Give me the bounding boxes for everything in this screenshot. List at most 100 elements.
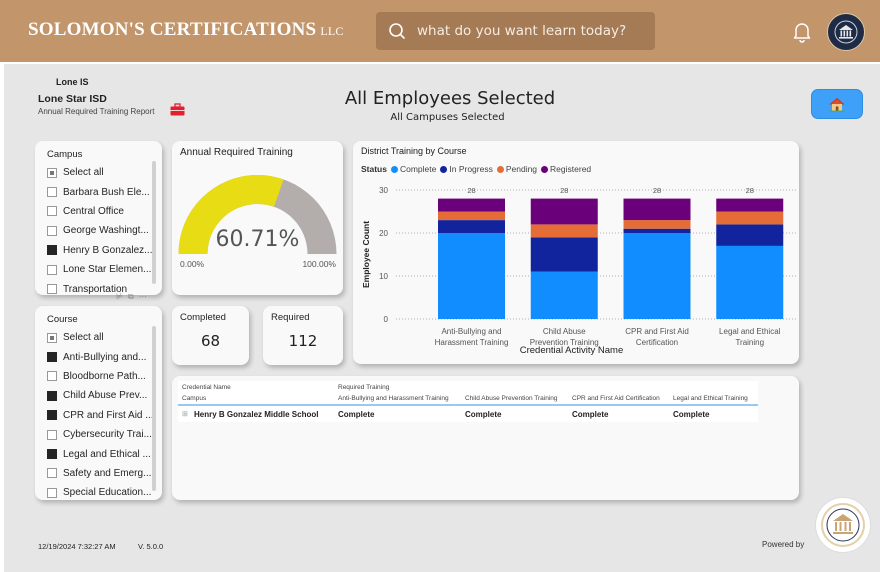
bar-segment-registered[interactable] bbox=[530, 198, 598, 225]
campus-slicer-item[interactable]: Barbara Bush Ele... bbox=[47, 182, 152, 201]
campus-slicer-item-label: George Washingt... bbox=[63, 225, 149, 237]
bar-segment-complete[interactable] bbox=[716, 245, 784, 319]
filter-icon[interactable]: ⊭ bbox=[116, 292, 123, 302]
bar-segment-complete[interactable] bbox=[530, 271, 598, 319]
course-slicer-item[interactable]: Child Abuse Prev... bbox=[47, 386, 154, 405]
x-tick-label: CPR and First Aid bbox=[625, 327, 689, 336]
campus-slicer-scrollbar[interactable] bbox=[152, 161, 156, 284]
course-slicer-item[interactable]: Special Education... bbox=[47, 483, 154, 502]
campus-slicer-item[interactable]: Lone Star Elemen... bbox=[47, 260, 152, 279]
campus-slicer-item[interactable]: Central Office bbox=[47, 202, 152, 221]
course-slicer-checkbox[interactable] bbox=[47, 390, 57, 401]
completed-card: Completed 68 bbox=[172, 306, 249, 365]
row-campus: Henry B Gonzalez Middle School bbox=[194, 410, 319, 419]
stacked-bar-chart: 0 10 20 30 28 Anti-Bullying and Harassment Tra… bbox=[361, 186, 797, 356]
org-short-name: Lone IS bbox=[56, 77, 89, 87]
briefcase-icon bbox=[170, 103, 185, 116]
campus-slicer-list: Select all Barbara Bush Ele... Central Off… bbox=[47, 163, 152, 295]
required-value: 112 bbox=[288, 332, 318, 350]
course-slicer-checkbox[interactable] bbox=[47, 352, 57, 363]
header-anti-bullying[interactable]: Anti-Bullying and Harassment Training bbox=[338, 395, 449, 402]
expand-row-icon[interactable]: ⊞ bbox=[182, 410, 188, 418]
page-title: All Employees Selected bbox=[344, 88, 556, 109]
course-slicer-checkbox[interactable] bbox=[47, 429, 57, 440]
bar-total-label: 28 bbox=[467, 186, 475, 195]
campus-slicer-checkbox[interactable] bbox=[47, 264, 57, 275]
course-slicer-checkbox[interactable] bbox=[47, 449, 57, 460]
course-slicer-checkbox[interactable] bbox=[47, 332, 57, 343]
course-slicer-item-label: CPR and First Aid ... bbox=[63, 409, 154, 421]
gauge-max-label: 100.00% bbox=[302, 259, 336, 269]
brand-logo-text[interactable]: SOLOMON'S CERTIFICATIONS LLC bbox=[28, 19, 344, 41]
header-child-abuse[interactable]: Child Abuse Prevention Training bbox=[465, 395, 558, 402]
bar-segment-pending[interactable] bbox=[438, 211, 505, 221]
course-slicer-checkbox[interactable] bbox=[47, 487, 57, 498]
home-button[interactable] bbox=[811, 89, 863, 119]
bar-segment-pending[interactable] bbox=[530, 224, 598, 238]
campus-slicer-checkbox[interactable] bbox=[47, 284, 57, 295]
campus-slicer-checkbox[interactable] bbox=[47, 167, 57, 178]
gauge-chart bbox=[178, 175, 337, 254]
course-slicer-checkbox[interactable] bbox=[47, 468, 57, 479]
institution-logo-icon bbox=[834, 20, 858, 44]
campus-slicer-item[interactable]: George Washingt... bbox=[47, 221, 152, 240]
institution-seal-icon bbox=[821, 503, 865, 547]
campus-slicer-title: Campus bbox=[47, 149, 83, 160]
bell-icon[interactable] bbox=[792, 21, 812, 43]
campus-slicer-checkbox[interactable] bbox=[47, 245, 57, 256]
bar-segment-registered[interactable] bbox=[716, 198, 784, 212]
visual-header-toolbar: ⊭ ⧉ ⋯ bbox=[116, 292, 147, 302]
bar-segment-in-progress[interactable] bbox=[623, 228, 691, 233]
bar-total-label: 28 bbox=[746, 186, 754, 195]
more-options-icon[interactable]: ⋯ bbox=[139, 292, 147, 302]
course-slicer-item[interactable]: Select all bbox=[47, 328, 154, 347]
bar-segment-pending[interactable] bbox=[716, 211, 784, 225]
course-slicer-scrollbar[interactable] bbox=[152, 326, 156, 491]
user-avatar[interactable] bbox=[827, 13, 865, 51]
course-slicer-item[interactable]: Anti-Bullying and... bbox=[47, 347, 154, 366]
header-legal-ethical[interactable]: Legal and Ethical Training bbox=[673, 395, 748, 402]
training-matrix: Credential Name Required Training Campus… bbox=[178, 381, 758, 422]
campus-slicer-checkbox[interactable] bbox=[47, 187, 57, 198]
campus-slicer-item[interactable]: Henry B Gonzalez... bbox=[47, 241, 152, 260]
bar-segment-registered[interactable] bbox=[623, 198, 691, 221]
course-slicer-item[interactable]: Legal and Ethical ... bbox=[47, 444, 154, 463]
bar-segment-complete[interactable] bbox=[623, 233, 691, 319]
course-slicer-checkbox[interactable] bbox=[47, 410, 57, 421]
course-slicer: Course Select all Anti-Bullying and... Blo… bbox=[35, 306, 162, 500]
home-icon bbox=[829, 97, 845, 112]
header-required-training: Required Training bbox=[338, 384, 390, 391]
campus-slicer-checkbox[interactable] bbox=[47, 225, 57, 236]
row-cpr-status: Complete bbox=[572, 410, 609, 419]
header-credential-name: Credential Name bbox=[182, 384, 231, 391]
course-slicer-item[interactable]: CPR and First Aid ... bbox=[47, 406, 154, 425]
header-cpr[interactable]: CPR and First Aid Certification bbox=[572, 395, 660, 402]
brand-name: SOLOMON'S CERTIFICATIONS bbox=[28, 19, 317, 40]
course-slicer-item-label: Cybersecurity Trai... bbox=[63, 429, 152, 441]
course-slicer-item[interactable]: Cybersecurity Trai... bbox=[47, 425, 154, 444]
report-name: Annual Required Training Report bbox=[38, 107, 155, 116]
bar-segment-in-progress[interactable] bbox=[716, 224, 784, 246]
focus-mode-icon[interactable]: ⧉ bbox=[128, 292, 134, 302]
search-box[interactable] bbox=[376, 12, 655, 50]
completed-label: Completed bbox=[180, 312, 226, 323]
gauge-value: 60.71% bbox=[215, 227, 300, 252]
y-tick-label: 20 bbox=[379, 229, 388, 238]
course-slicer-item-label: Anti-Bullying and... bbox=[63, 351, 147, 363]
matrix-header: Credential Name Required Training Campus… bbox=[178, 381, 758, 406]
y-tick-label: 30 bbox=[379, 186, 388, 195]
campus-slicer-checkbox[interactable] bbox=[47, 206, 57, 217]
search-input[interactable] bbox=[417, 23, 647, 39]
bar-segment-pending[interactable] bbox=[623, 220, 691, 229]
bar-segment-in-progress[interactable] bbox=[530, 237, 598, 272]
header-campus[interactable]: Campus bbox=[182, 395, 206, 402]
bar-segment-complete[interactable] bbox=[438, 233, 505, 319]
campus-slicer-item[interactable]: Select all bbox=[47, 163, 152, 182]
course-slicer-item[interactable]: Safety and Emerg... bbox=[47, 464, 154, 483]
bar-segment-in-progress[interactable] bbox=[438, 220, 505, 233]
bar-segment-registered[interactable] bbox=[438, 198, 505, 212]
course-slicer-item[interactable]: Bloodborne Path... bbox=[47, 367, 154, 386]
course-slicer-checkbox[interactable] bbox=[47, 371, 57, 382]
campus-slicer: Campus Select all Barbara Bush Ele... Cent… bbox=[35, 141, 162, 295]
gauge-min-label: 0.00% bbox=[180, 259, 205, 269]
